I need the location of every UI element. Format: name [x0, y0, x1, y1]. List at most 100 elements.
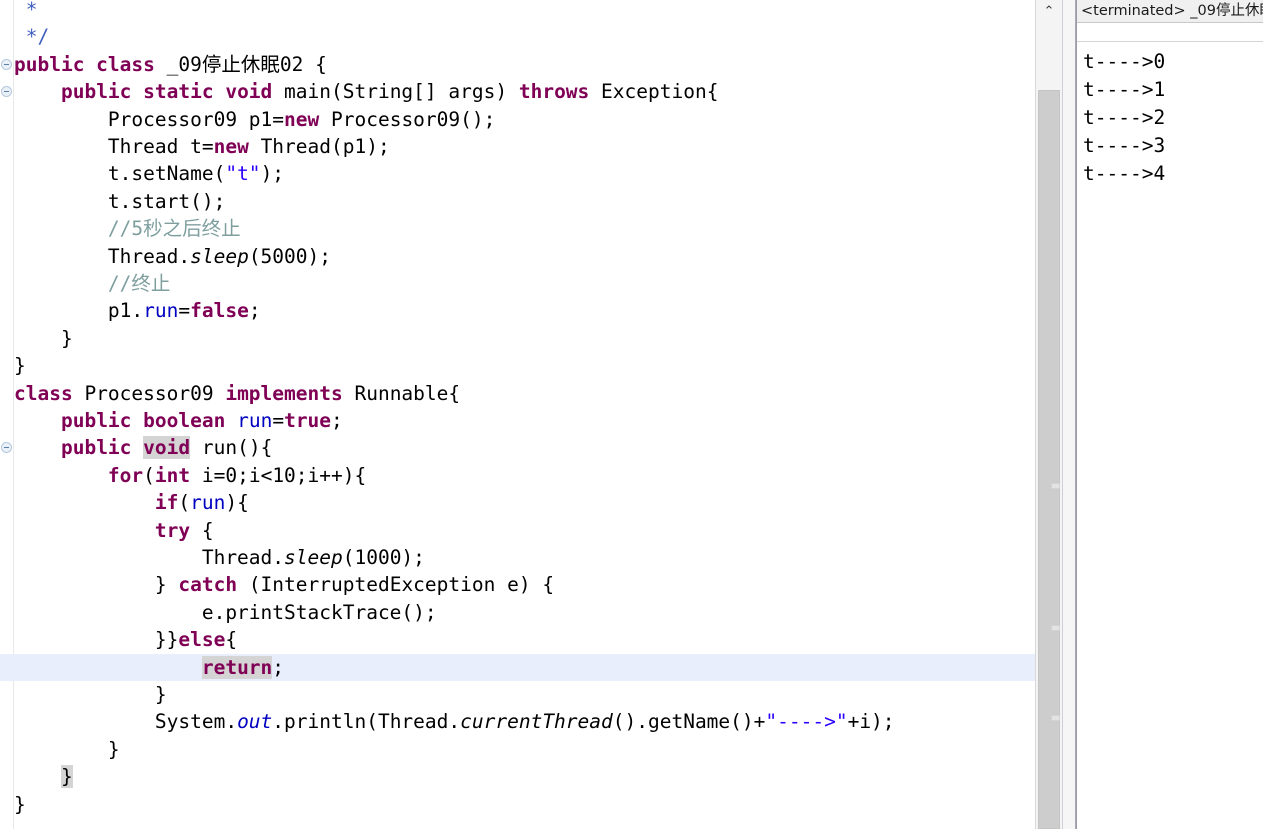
code-line[interactable]: return; — [0, 653, 1035, 681]
code-line[interactable]: t.setName("t"); — [0, 160, 1035, 187]
code-token: sleep — [284, 546, 343, 569]
code-token: //终止 — [14, 272, 171, 295]
overview-ruler-mark[interactable] — [1051, 483, 1060, 489]
code-line[interactable]: public class _09停止休眠02 { — [0, 51, 1035, 78]
code-line[interactable]: } — [0, 791, 1035, 818]
code-line[interactable]: public boolean run=true; — [0, 407, 1035, 434]
code-token: run — [143, 299, 179, 323]
code-token: t.start(); — [14, 189, 226, 213]
code-token: Thread t= — [14, 135, 214, 158]
editor-console-splitter[interactable] — [1063, 0, 1076, 829]
code-line[interactable]: System.out.println(Thread.currentThread(… — [0, 708, 1035, 735]
console-toolbar-strip — [1077, 23, 1263, 42]
code-token: (InterruptedException e) { — [237, 573, 555, 597]
code-line[interactable]: * — [0, 0, 1035, 23]
code-line[interactable]: if(run){ — [0, 489, 1035, 516]
code-token: try — [154, 518, 191, 542]
java-source-editor[interactable]: * */public class _09停止休眠02 { public stat… — [0, 0, 1035, 829]
code-line[interactable]: } catch (InterruptedException e) { — [0, 571, 1035, 598]
code-token: Processor09(); — [319, 107, 496, 131]
console-output-line: t---->3 — [1083, 134, 1166, 157]
code-token: catch — [178, 573, 238, 597]
code-line-text: class Processor09 implements Runnable{ — [0, 380, 460, 407]
code-token: i=0;i<10;i++){ — [190, 463, 367, 487]
code-line[interactable]: class Processor09 implements Runnable{ — [0, 380, 1035, 407]
code-line-text: } — [0, 352, 26, 379]
code-line-text: * — [0, 0, 38, 23]
code-line[interactable]: Thread.sleep(1000); — [0, 544, 1035, 571]
code-token: out — [237, 710, 273, 734]
code-token: (5000); — [248, 244, 331, 268]
code-line[interactable]: } — [0, 736, 1035, 763]
code-token: run — [190, 491, 226, 515]
code-token: public static void — [60, 80, 273, 104]
code-line[interactable]: Processor09 p1=new Processor09(); — [0, 106, 1035, 133]
code-token: Processor09 — [72, 381, 226, 405]
scroll-up-arrow-icon[interactable]: ⌃ — [1036, 0, 1062, 22]
code-token: Runnable{ — [342, 381, 461, 405]
code-token: e.printStackTrace(); — [14, 600, 437, 624]
code-line[interactable]: public static void main(String[] args) t… — [0, 78, 1035, 105]
editor-vertical-scrollbar[interactable]: ⌃ — [1035, 0, 1063, 829]
code-line[interactable]: }}else{ — [0, 626, 1035, 653]
code-token: * — [14, 0, 38, 21]
code-token: } — [14, 573, 179, 597]
code-line[interactable]: Thread.sleep(5000); — [0, 243, 1035, 270]
code-token: currentThread — [460, 710, 613, 734]
code-token: t.setName( — [14, 162, 226, 186]
console-output[interactable]: t---->0 t---->1 t---->2 t---->3 t---->4 — [1077, 42, 1263, 829]
code-line[interactable]: //5秒之后终止 — [0, 215, 1035, 242]
code-line-text: Thread.sleep(5000); — [0, 243, 331, 270]
overview-ruler-mark[interactable] — [1051, 625, 1060, 631]
code-line-text: return; — [0, 654, 284, 681]
code-line-text: Processor09 p1=new Processor09(); — [0, 106, 495, 133]
code-token: new — [284, 107, 320, 131]
code-line[interactable]: //终止 — [0, 270, 1035, 297]
code-line-text: if(run){ — [0, 489, 249, 516]
overview-ruler-mark[interactable] — [1051, 715, 1060, 721]
code-token: //5秒之后终止 — [14, 217, 241, 241]
code-line-text: Thread t=new Thread(p1); — [0, 133, 390, 160]
code-token: */ — [14, 25, 50, 49]
code-token: Thread(p1); — [248, 135, 390, 158]
code-line[interactable]: for(int i=0;i<10;i++){ — [0, 462, 1035, 489]
code-line[interactable]: } — [0, 763, 1035, 790]
code-text-area[interactable]: * */public class _09停止休眠02 { public stat… — [0, 0, 1035, 829]
code-line[interactable]: public void run(){ — [0, 434, 1035, 461]
code-line[interactable]: e.printStackTrace(); — [0, 599, 1035, 626]
code-line-text: } — [0, 681, 167, 708]
code-line-text: //5秒之后终止 — [0, 215, 241, 242]
code-line-text: public boolean run=true; — [0, 407, 343, 434]
code-token: throws — [518, 80, 590, 104]
code-token: else — [178, 628, 226, 652]
code-line-text: }}else{ — [0, 626, 237, 653]
code-token: } — [14, 354, 26, 378]
code-token: ( — [178, 491, 191, 515]
code-line-text: e.printStackTrace(); — [0, 599, 437, 626]
code-token: ; — [248, 299, 261, 323]
code-line-text: t.setName("t"); — [0, 160, 284, 187]
code-line[interactable]: try { — [0, 517, 1035, 544]
code-token: return — [201, 655, 273, 679]
code-line[interactable]: t.start(); — [0, 188, 1035, 215]
code-token: (1000); — [342, 546, 425, 569]
code-token: run — [237, 409, 273, 432]
code-line[interactable]: */ — [0, 23, 1035, 50]
code-token: { — [225, 628, 238, 652]
code-line-text: Thread.sleep(1000); — [0, 544, 425, 571]
code-line[interactable]: } — [0, 681, 1035, 708]
code-line-text: t.start(); — [0, 188, 225, 215]
code-token: if — [154, 491, 179, 515]
code-line[interactable]: Thread t=new Thread(p1); — [0, 133, 1035, 160]
code-line[interactable]: p1.run=false; — [0, 297, 1035, 324]
code-line[interactable]: } — [0, 325, 1035, 352]
eclipse-ide-window: * */public class _09停止休眠02 { public stat… — [0, 0, 1263, 829]
code-token: public boolean — [60, 409, 226, 432]
code-token: ().getName()+ — [612, 710, 766, 734]
code-line[interactable]: } — [0, 352, 1035, 379]
